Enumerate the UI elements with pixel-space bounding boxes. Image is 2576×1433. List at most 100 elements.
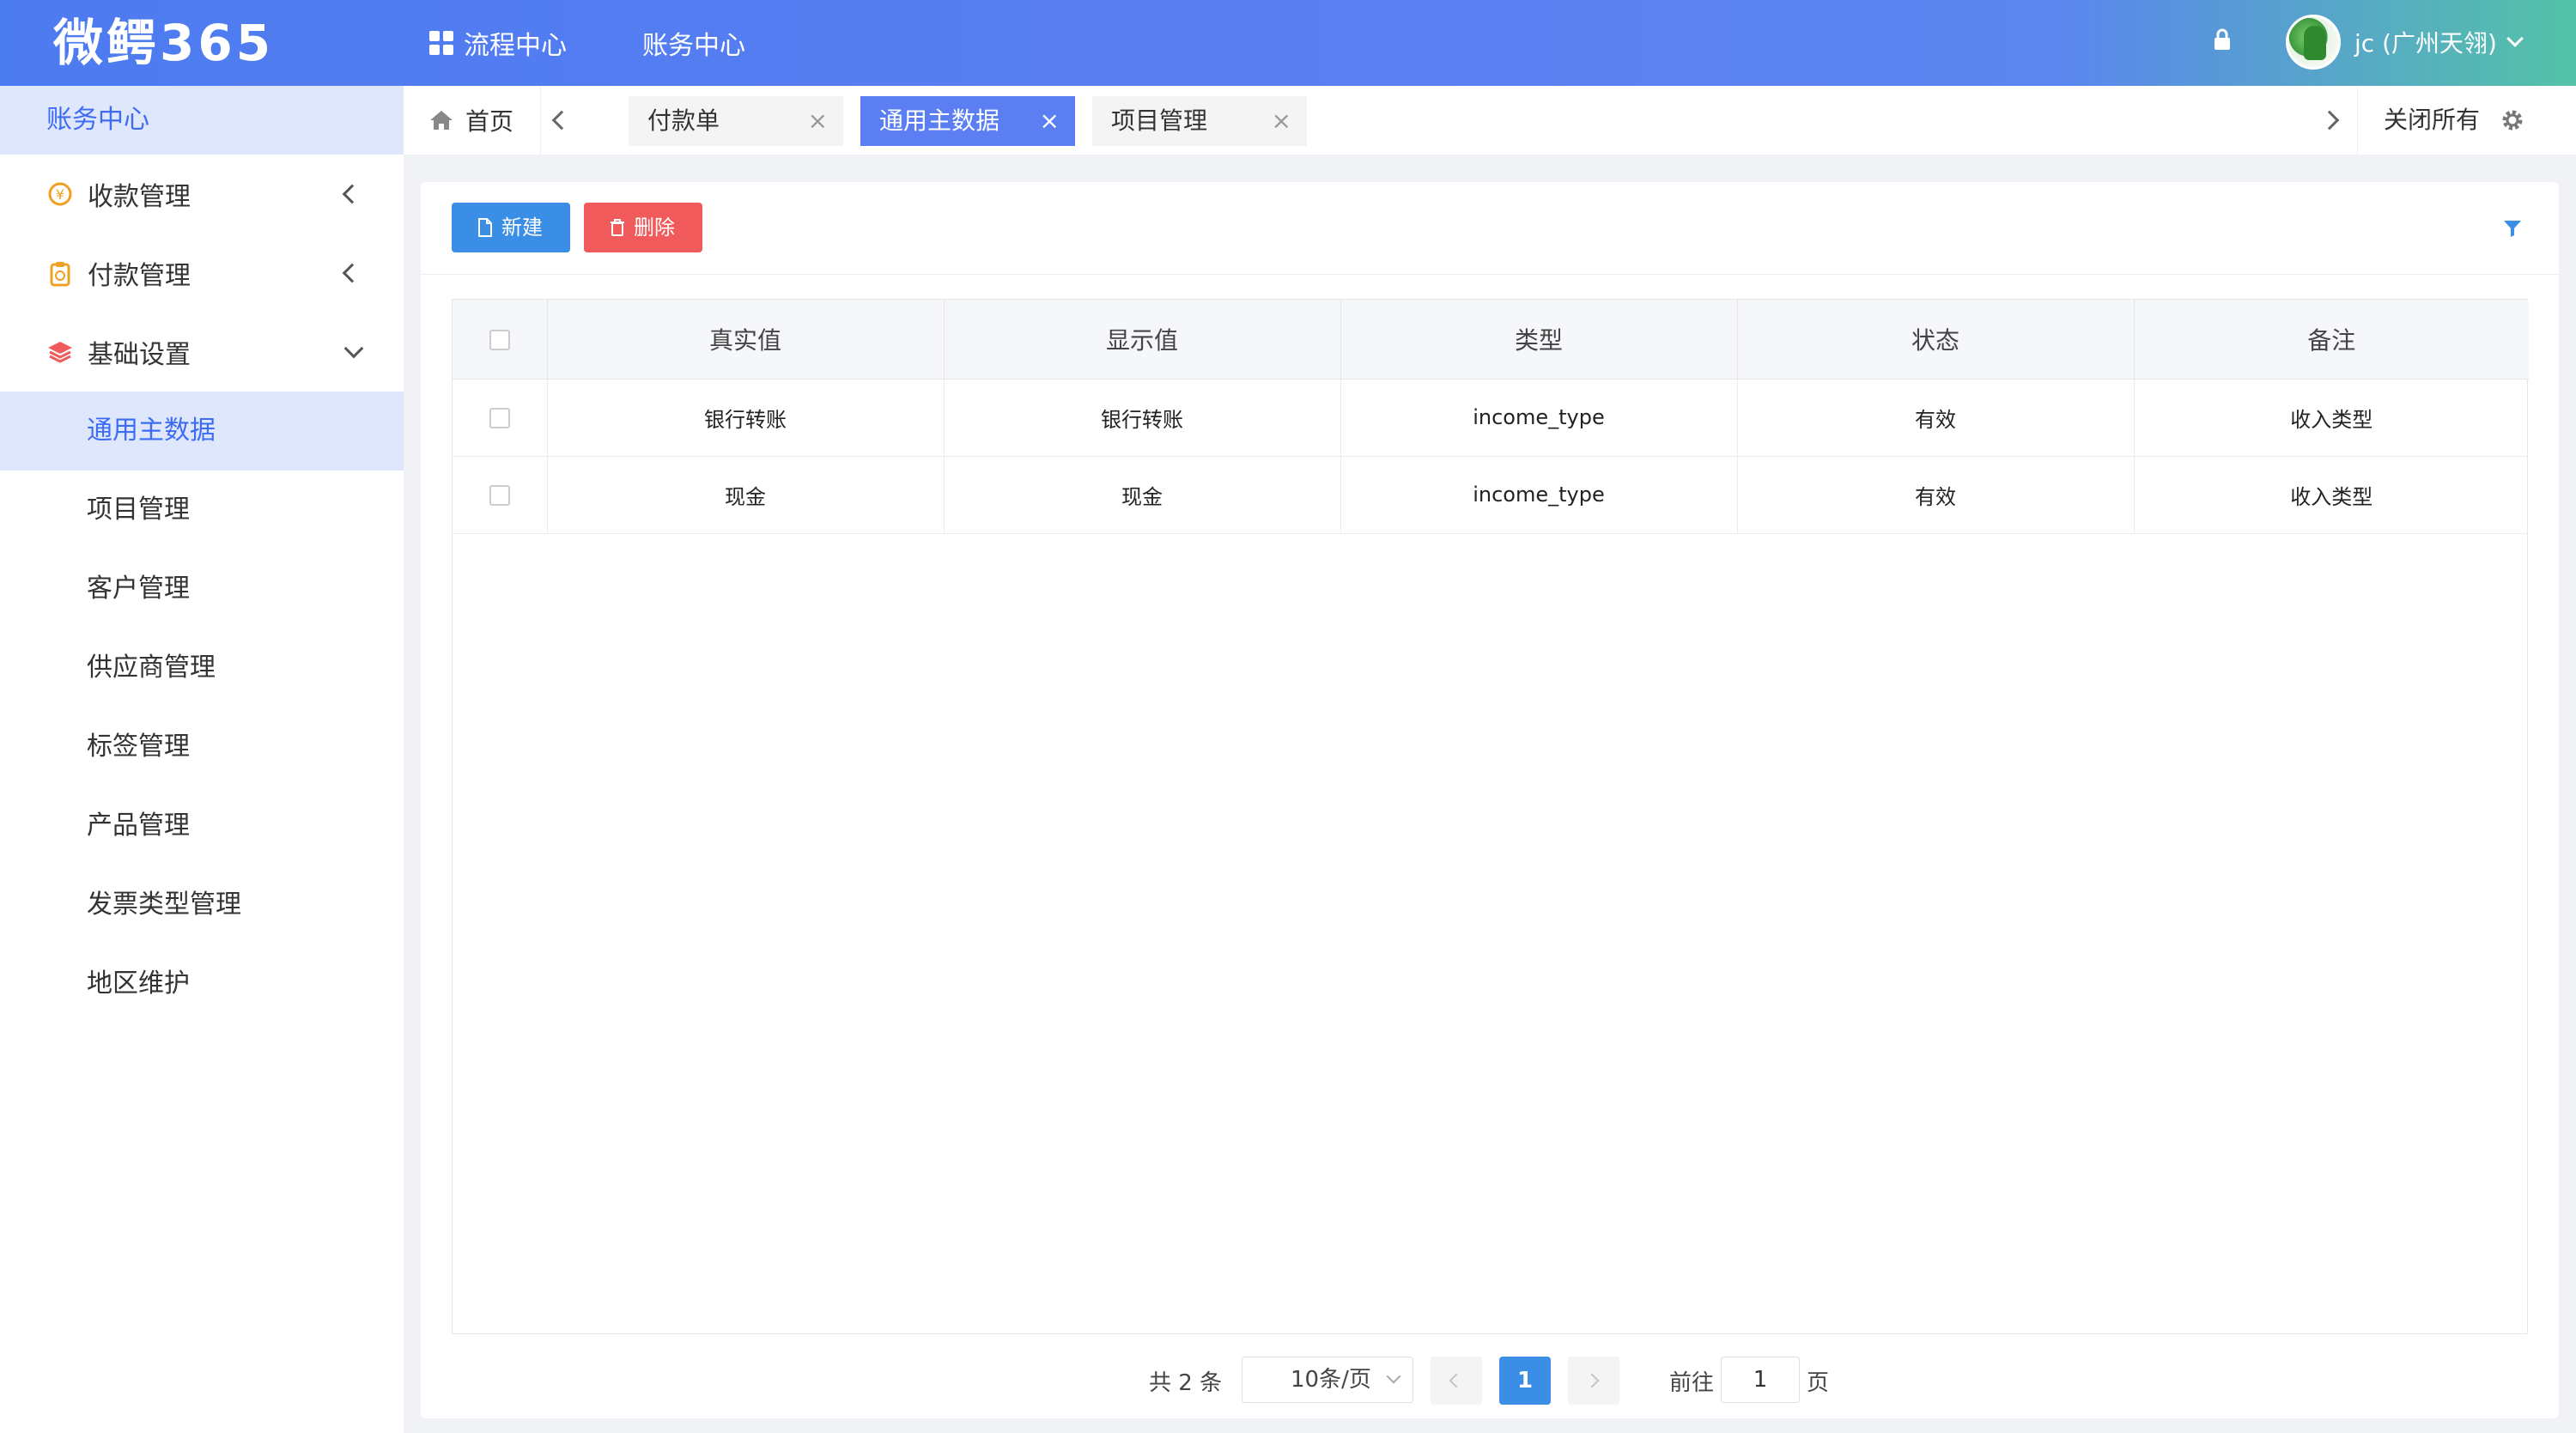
sidebar-group-basic-settings[interactable]: 基础设置 [0, 313, 404, 392]
tabs-scroll-left-icon[interactable] [551, 110, 572, 131]
table-cell: 收入类型 [2134, 379, 2529, 457]
column-header[interactable]: 备注 [2134, 300, 2529, 380]
file-icon [478, 218, 492, 237]
sidebar-item-projects[interactable]: 项目管理 [0, 471, 404, 550]
table-cell: 银行转账 [944, 379, 1341, 457]
page-size-select[interactable]: 10条/页 [1242, 1357, 1413, 1403]
current-page-button[interactable]: 1 [1499, 1357, 1551, 1405]
column-header[interactable]: 显示值 [944, 300, 1341, 380]
topnav-label: 流程中心 [464, 31, 567, 61]
next-page-button[interactable] [1568, 1357, 1619, 1405]
page-suffix: 页 [1807, 1370, 1830, 1396]
row-checkbox[interactable] [489, 408, 510, 428]
chevron-right-icon [1584, 1373, 1600, 1388]
table-row[interactable]: 银行转账 银行转账 income_type 有效 收入类型 [453, 379, 2529, 457]
sidebar: 账务中心 ¥ 收款管理 付款管理 基础设置 通用主数据 项目管理 客户管理 供应… [0, 86, 404, 1433]
chevron-down-icon [2506, 30, 2524, 47]
tabs-bar: 首页 付款单 × 通用主数据 × 项目管理 × 关闭所有 [404, 86, 2576, 155]
topnav-label: 账务中心 [642, 31, 745, 61]
new-button-label: 新建 [501, 216, 543, 240]
sidebar-group-payments[interactable]: 付款管理 [0, 234, 404, 313]
trash-icon [611, 219, 624, 236]
table-cell: 银行转账 [547, 379, 945, 457]
chevron-left-icon [342, 184, 362, 204]
sidebar-item-customers[interactable]: 客户管理 [0, 550, 404, 628]
app-logo[interactable]: 微鳄365 [53, 12, 274, 74]
goto-page-input[interactable] [1721, 1357, 1800, 1403]
avatar [2286, 15, 2341, 70]
topnav-finance-center[interactable]: 账务中心 [642, 24, 745, 62]
sidebar-group-receipts[interactable]: ¥ 收款管理 [0, 155, 404, 234]
sidebar-item-invoice-types[interactable]: 发票类型管理 [0, 865, 404, 944]
close-icon[interactable]: × [1040, 96, 1060, 146]
sidebar-group-label: 付款管理 [88, 261, 191, 291]
column-header[interactable]: 状态 [1737, 300, 2135, 380]
sidebar-group-label: 收款管理 [88, 182, 191, 212]
gear-icon[interactable] [2500, 108, 2524, 132]
coin-icon: ¥ [48, 182, 72, 206]
tab-label: 项目管理 [1111, 106, 1208, 135]
grid-icon [429, 31, 453, 55]
table-cell: 有效 [1737, 379, 2135, 457]
layers-icon [48, 342, 72, 363]
pagination: 共 2 条 10条/页 1 前往 页 [421, 1355, 2559, 1406]
table-cell: income_type [1340, 456, 1738, 534]
chevron-down-icon [343, 338, 364, 359]
user-menu[interactable]: jc (广州天翎) [2286, 12, 2524, 72]
tab-home-label: 首页 [465, 107, 514, 136]
page-size-value: 10条/页 [1291, 1367, 1371, 1393]
main-panel: 新建 删除 真实值 显示值 类型 状态 备注 银行转账 银行转账 income_… [421, 182, 2559, 1418]
lock-icon[interactable] [2214, 27, 2231, 52]
column-header[interactable]: 真实值 [547, 300, 945, 380]
chevron-left-icon [1449, 1373, 1464, 1388]
tabs-scroll-right-icon[interactable] [2319, 110, 2340, 131]
top-header: 微鳄365 流程中心 账务中心 jc (广州天翎) [0, 0, 2576, 86]
table-cell: 现金 [944, 456, 1341, 534]
user-name: jc (广州天翎) [2354, 29, 2497, 58]
sidebar-item-regions[interactable]: 地区维护 [0, 944, 404, 1023]
delete-button-label: 删除 [634, 216, 675, 240]
row-checkbox[interactable] [489, 485, 510, 506]
tab-project-management[interactable]: 项目管理 × [1092, 96, 1307, 146]
table-cell: 收入类型 [2134, 456, 2529, 534]
svg-text:¥: ¥ [56, 186, 64, 203]
home-icon [430, 111, 453, 130]
row-select-cell [453, 456, 548, 534]
tab-label: 付款单 [647, 106, 720, 135]
chevron-down-icon [1386, 1369, 1401, 1384]
close-icon[interactable]: × [1272, 96, 1291, 146]
select-all-checkbox[interactable] [489, 330, 510, 351]
topnav-process-center[interactable]: 流程中心 [429, 24, 567, 62]
filter-icon[interactable] [2502, 218, 2523, 239]
sidebar-item-tags[interactable]: 标签管理 [0, 707, 404, 786]
sidebar-group-label: 基础设置 [88, 340, 191, 370]
close-all-tabs-button[interactable]: 关闭所有 [2357, 86, 2480, 155]
tab-home[interactable]: 首页 [404, 86, 541, 155]
pagination-total: 共 2 条 [1149, 1370, 1223, 1396]
table-row[interactable]: 现金 现金 income_type 有效 收入类型 [453, 456, 2529, 534]
goto-label: 前往 [1669, 1370, 1715, 1396]
table-cell: 现金 [547, 456, 945, 534]
sidebar-item-suppliers[interactable]: 供应商管理 [0, 628, 404, 707]
row-select-cell [453, 379, 548, 457]
top-nav: 流程中心 账务中心 [429, 0, 821, 86]
new-button[interactable]: 新建 [452, 203, 570, 252]
toolbar: 新建 删除 [421, 182, 2559, 275]
delete-button[interactable]: 删除 [584, 203, 702, 252]
table-cell: 有效 [1737, 456, 2135, 534]
sidebar-title: 账务中心 [0, 86, 404, 155]
clipboard-icon [50, 262, 70, 287]
table-header-row: 真实值 显示值 类型 状态 备注 [453, 300, 2529, 380]
data-table: 真实值 显示值 类型 状态 备注 银行转账 银行转账 income_type 有… [452, 299, 2529, 1334]
close-icon[interactable]: × [808, 96, 828, 146]
prev-page-button[interactable] [1431, 1357, 1482, 1405]
sidebar-item-products[interactable]: 产品管理 [0, 786, 404, 865]
column-header[interactable]: 类型 [1340, 300, 1738, 380]
tab-master-data[interactable]: 通用主数据 × [860, 96, 1075, 146]
select-all-cell [453, 300, 548, 380]
sidebar-item-master-data[interactable]: 通用主数据 [0, 392, 404, 471]
tab-payment-order[interactable]: 付款单 × [629, 96, 843, 146]
tab-label: 通用主数据 [879, 106, 1000, 135]
table-cell: income_type [1340, 379, 1738, 457]
chevron-left-icon [342, 263, 362, 283]
